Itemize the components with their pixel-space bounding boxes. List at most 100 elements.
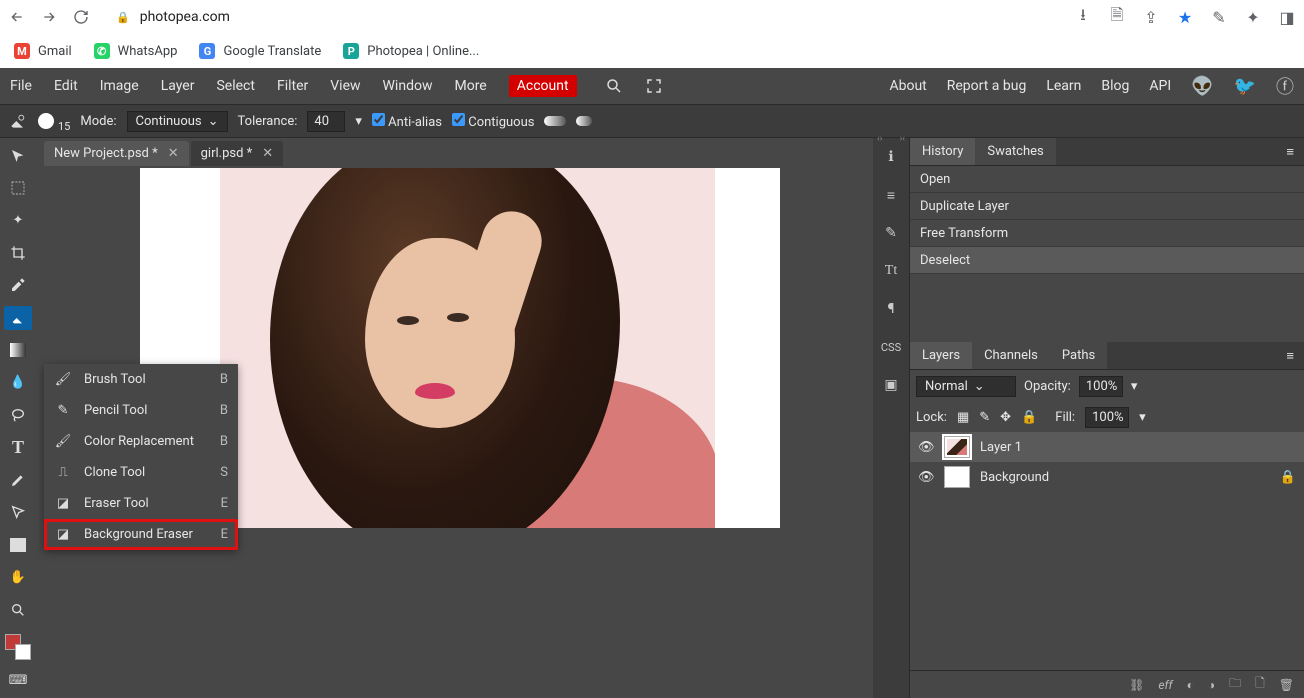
link-blog[interactable]: Blog <box>1101 78 1129 94</box>
panel-menu-icon[interactable]: ≡ <box>1276 348 1304 364</box>
eyedropper-tool-icon[interactable] <box>4 274 32 297</box>
flyout-color-replacement[interactable]: 🖌Color ReplacementB <box>44 426 238 457</box>
info-panel-icon[interactable]: ℹ <box>878 144 904 170</box>
lock-paint-icon[interactable]: ✎ <box>979 410 990 425</box>
contiguous-checkbox[interactable] <box>452 113 465 126</box>
css-panel-icon[interactable]: CSS <box>878 334 904 360</box>
facebook-icon[interactable]: ⓕ <box>1276 73 1294 99</box>
fill-input[interactable]: 100% <box>1085 407 1129 428</box>
lock-all-icon[interactable]: 🔒 <box>1021 410 1037 425</box>
hand-tool-icon[interactable]: ✋ <box>4 565 32 588</box>
fullscreen-icon[interactable] <box>645 77 663 95</box>
color-swatches[interactable] <box>5 634 31 659</box>
forward-button[interactable] <box>40 8 58 26</box>
address-bar[interactable]: 🔒 photopea.com <box>104 6 242 28</box>
history-item[interactable]: Deselect <box>910 247 1304 274</box>
link-layers-icon[interactable]: ⛓ <box>1129 678 1144 692</box>
tab-swatches[interactable]: Swatches <box>975 138 1055 165</box>
pen-tool-icon[interactable] <box>4 468 32 491</box>
tab-history[interactable]: History <box>910 138 975 165</box>
layer-row[interactable]: 👁 Background 🔒 <box>910 462 1304 492</box>
history-item[interactable]: Open <box>910 166 1304 193</box>
flyout-eraser-tool[interactable]: ◪Eraser ToolE <box>44 488 238 519</box>
contiguous-toggle[interactable]: Contiguous <box>452 113 534 130</box>
menu-select[interactable]: Select <box>216 78 254 94</box>
lasso-tool-icon[interactable] <box>4 403 32 426</box>
flyout-background-eraser[interactable]: ◪Background EraserE <box>44 519 238 550</box>
opacity-dropdown-icon[interactable]: ▾ <box>1131 379 1138 394</box>
page-icon[interactable]: 🗎 <box>1108 8 1126 26</box>
layer-thumbnail[interactable] <box>944 436 970 458</box>
blend-mode-select[interactable]: Normal⌄ <box>916 376 1016 397</box>
close-icon[interactable]: ✕ <box>262 146 273 161</box>
flyout-pencil-tool[interactable]: ✎Pencil ToolB <box>44 395 238 426</box>
document-tab[interactable]: New Project.psd *✕ <box>44 141 189 166</box>
extensions-icon[interactable]: ✦ <box>1244 8 1262 26</box>
visibility-icon[interactable]: 👁 <box>918 470 934 485</box>
history-item[interactable]: Free Transform <box>910 220 1304 247</box>
reddit-icon[interactable]: 👽 <box>1191 76 1213 97</box>
brush-panel-icon[interactable]: ✎ <box>878 220 904 246</box>
fx-icon[interactable]: eff <box>1158 678 1172 692</box>
search-icon[interactable] <box>605 77 623 95</box>
twitter-icon[interactable]: 🐦 <box>1234 76 1256 97</box>
crop-tool-icon[interactable] <box>4 241 32 264</box>
menu-view[interactable]: View <box>330 78 360 94</box>
menu-image[interactable]: Image <box>100 78 139 94</box>
lock-transparency-icon[interactable]: ▦ <box>957 410 969 425</box>
path-select-tool-icon[interactable] <box>4 501 32 524</box>
bookmark-item[interactable]: MGmail <box>14 43 72 59</box>
paragraph-panel-icon[interactable]: ¶ <box>878 296 904 322</box>
adjust-panel-icon[interactable]: ≡ <box>878 182 904 208</box>
brush-preview-icon[interactable] <box>38 113 54 129</box>
history-item[interactable]: Duplicate Layer <box>910 193 1304 220</box>
tolerance-dropdown-icon[interactable]: ▾ <box>355 114 362 129</box>
new-layer-icon[interactable]: 🗋 <box>1255 674 1265 695</box>
sidepanel-icon[interactable]: ◨ <box>1278 8 1296 26</box>
move-tool-icon[interactable] <box>4 144 32 167</box>
menu-edit[interactable]: Edit <box>54 78 78 94</box>
eyedropper-ext-icon[interactable]: ✎ <box>1210 8 1228 26</box>
bookmark-star-icon[interactable]: ★ <box>1176 8 1194 26</box>
brush-tool-icon[interactable] <box>4 306 32 329</box>
wand-tool-icon[interactable]: ✦ <box>4 209 32 232</box>
menu-file[interactable]: File <box>10 78 32 94</box>
flyout-brush-tool[interactable]: 🖌Brush ToolB <box>44 364 238 395</box>
trash-icon[interactable]: 🗑 <box>1279 678 1294 692</box>
menu-window[interactable]: Window <box>383 78 433 94</box>
gradient-swatch2-icon[interactable] <box>576 116 592 126</box>
fill-dropdown-icon[interactable]: ▾ <box>1139 410 1146 425</box>
bookmark-item[interactable]: ✆WhatsApp <box>94 43 178 59</box>
tab-channels[interactable]: Channels <box>972 342 1050 369</box>
account-button[interactable]: Account <box>509 75 577 97</box>
tab-paths[interactable]: Paths <box>1050 342 1107 369</box>
gradient-tool-icon[interactable] <box>4 339 32 362</box>
mode-select[interactable]: Continuous⌄ <box>127 111 228 132</box>
back-button[interactable] <box>8 8 26 26</box>
reload-button[interactable] <box>72 8 90 26</box>
blur-tool-icon[interactable]: 💧 <box>4 371 32 394</box>
download-icon[interactable]: ⭳ <box>1074 8 1092 26</box>
quickmask-icon[interactable]: ⌨ <box>4 669 32 692</box>
character-panel-icon[interactable]: Tt <box>878 258 904 284</box>
layer-thumbnail[interactable] <box>944 466 970 488</box>
document-tab[interactable]: girl.psd *✕ <box>191 141 284 166</box>
adjustment-icon[interactable]: ◑ <box>1208 678 1215 692</box>
lock-position-icon[interactable]: ✥ <box>1000 410 1011 425</box>
text-tool-icon[interactable]: T <box>4 436 32 459</box>
thumbnail-panel-icon[interactable]: ▣ <box>878 372 904 398</box>
menu-layer[interactable]: Layer <box>161 78 195 94</box>
close-icon[interactable]: ✕ <box>168 146 179 161</box>
menu-more[interactable]: More <box>454 78 486 94</box>
zoom-tool-icon[interactable] <box>4 598 32 621</box>
opacity-input[interactable]: 100% <box>1079 376 1123 397</box>
panel-menu-icon[interactable]: ≡ <box>1276 144 1304 160</box>
share-icon[interactable]: ⇪ <box>1142 8 1160 26</box>
visibility-icon[interactable]: 👁 <box>918 440 934 455</box>
background-color[interactable] <box>15 644 31 660</box>
folder-icon[interactable]: 🗀 <box>1229 674 1241 695</box>
link-learn[interactable]: Learn <box>1046 78 1081 94</box>
link-about[interactable]: About <box>889 78 926 94</box>
tolerance-input[interactable]: 40 <box>307 111 345 132</box>
antialias-toggle[interactable]: Anti-alias <box>372 113 442 130</box>
